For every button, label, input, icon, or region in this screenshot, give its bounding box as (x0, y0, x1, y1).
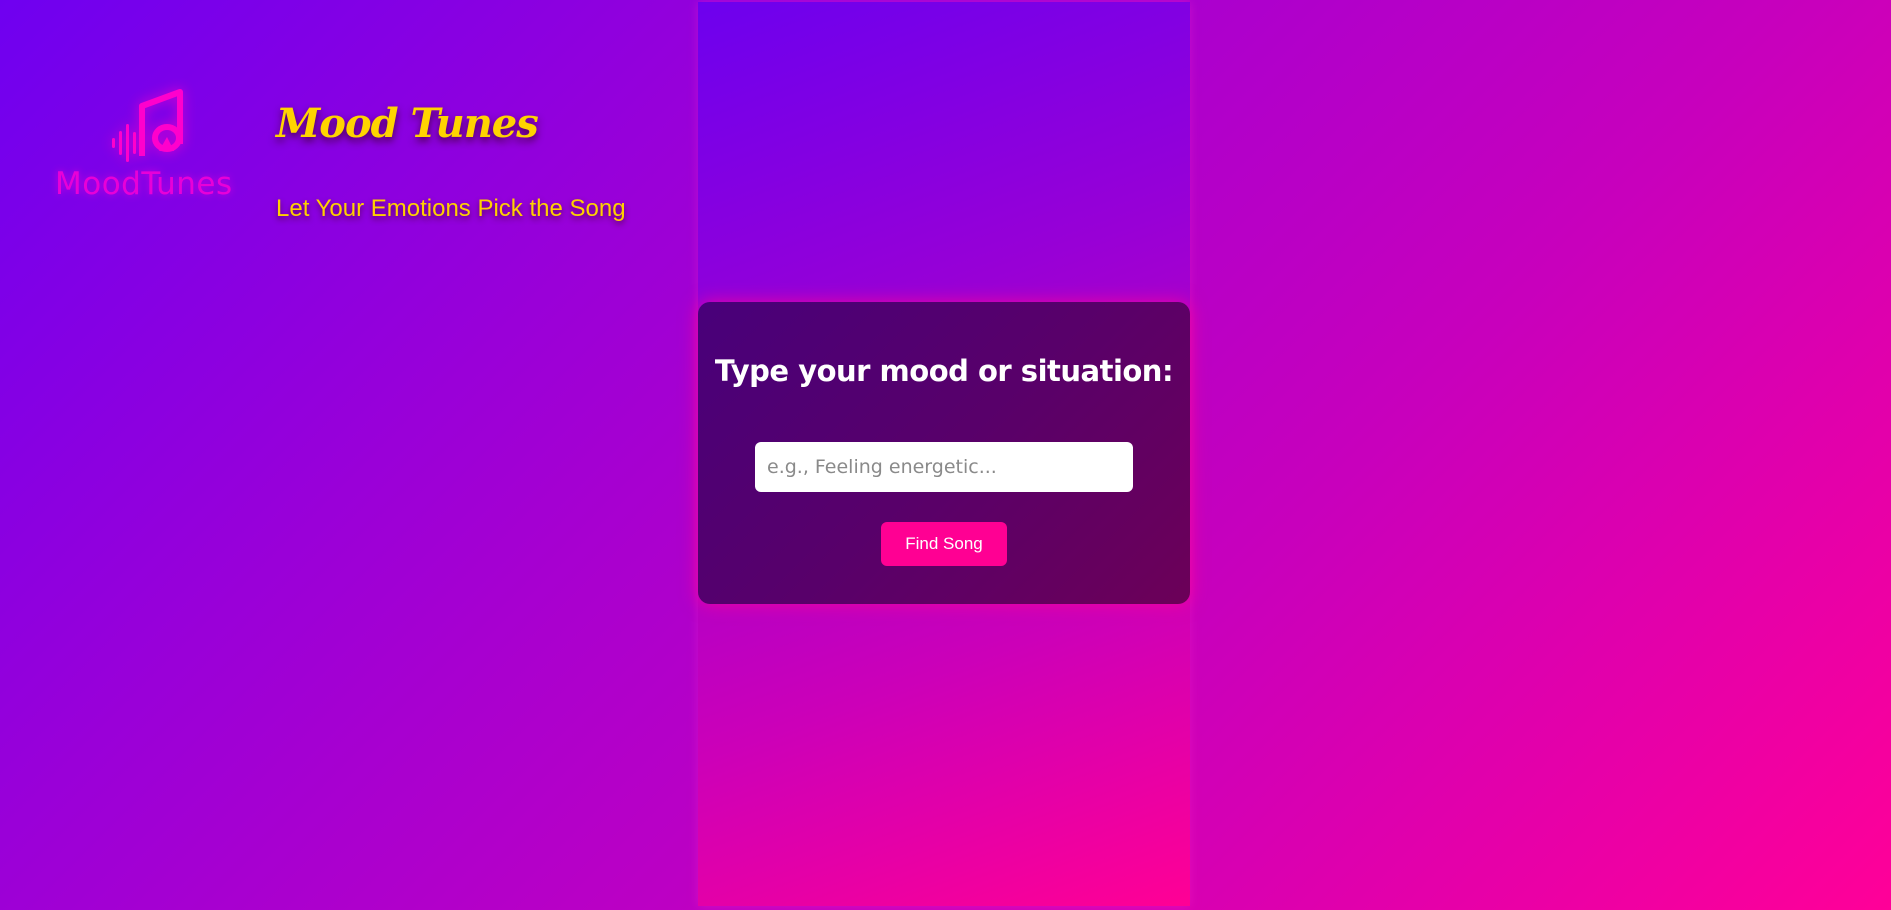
site-title: Mood Tunes (276, 100, 539, 147)
mood-prompt-heading: Type your mood or situation: (714, 354, 1174, 388)
logo-wordmark: MoodTunes (55, 166, 233, 202)
mood-input-card: Type your mood or situation: Find Song (698, 302, 1190, 604)
mood-input[interactable] (755, 442, 1133, 492)
logo: MoodTunes (50, 88, 250, 208)
find-song-button[interactable]: Find Song (881, 522, 1007, 566)
site-tagline: Let Your Emotions Pick the Song (276, 195, 626, 222)
music-note-soundwave-icon (112, 89, 183, 162)
site-header: MoodTunes Mood Tunes Let Your Emotions P… (50, 88, 670, 228)
